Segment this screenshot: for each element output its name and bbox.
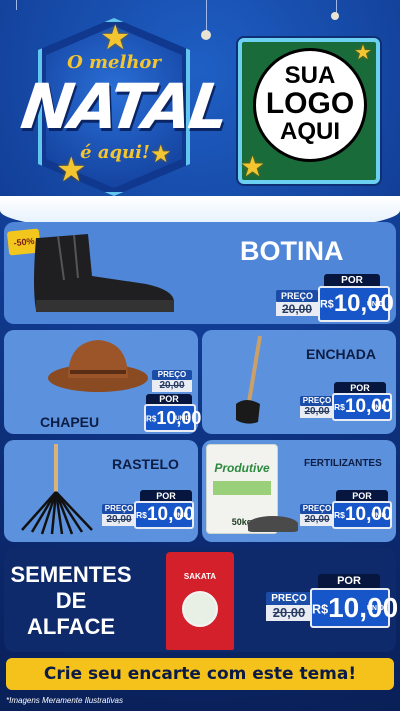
product-name: RASTELO	[112, 456, 179, 472]
pack-window	[182, 591, 218, 627]
new-price: R$10,00 UNID	[144, 404, 201, 432]
new-price: R$10,00 UNID	[134, 501, 194, 529]
bag-stripe	[213, 481, 271, 495]
old-price: 20,00	[300, 514, 334, 526]
old-price: 20,00	[152, 380, 192, 392]
product-name: BOTINA	[240, 236, 344, 266]
currency: R$	[312, 602, 329, 617]
price-value: 10,00	[333, 290, 394, 317]
preco-label: PREÇO	[266, 592, 312, 605]
price-value: 10,00	[328, 592, 399, 623]
name-line: SEMENTES	[10, 562, 132, 587]
new-price: R$10,00 UNID	[318, 286, 394, 322]
pack-brand: SAKATA	[183, 572, 217, 581]
currency: R$	[136, 510, 147, 520]
seed-pack-image: SAKATA	[166, 552, 234, 650]
star-icon: ★	[100, 19, 131, 57]
old-price: 20,00	[276, 302, 318, 316]
unit-label: UNID	[366, 301, 384, 308]
old-price: 20,00	[266, 605, 312, 621]
star-icon: ★	[354, 42, 372, 64]
preco-label: PREÇO	[276, 290, 318, 302]
logo-line: LOGO	[265, 87, 355, 120]
unit-label: UNID	[173, 513, 188, 519]
ornament-string	[206, 0, 207, 32]
new-price: R$10,00 UNID	[332, 393, 392, 421]
preco-label: PREÇO	[102, 504, 136, 514]
logo-placeholder-text: SUA LOGO AQUI	[253, 62, 367, 146]
unit-label: UNID	[371, 513, 386, 519]
unit-label: UNID	[366, 605, 384, 612]
cta-banner[interactable]: Crie seu encarte com este tema!	[6, 658, 394, 690]
unit-label: UNID	[175, 416, 190, 422]
por-label: POR	[318, 574, 380, 588]
hoe-image	[236, 335, 262, 424]
new-price: R$10,00 UNID	[332, 501, 392, 529]
unit-label: UNID	[371, 405, 386, 411]
bag-brand: Produtive	[214, 461, 270, 475]
currency: R$	[320, 298, 334, 311]
preco-label: PREÇO	[152, 370, 192, 380]
currency: R$	[146, 414, 157, 424]
headline-natal: NATAL	[16, 70, 232, 143]
new-price: R$10,00 UNID	[310, 588, 398, 628]
star-icon: ★	[56, 151, 87, 189]
hat-image	[48, 340, 148, 392]
name-line: ALFACE	[27, 614, 115, 639]
fertilizer-pile-image	[248, 516, 298, 532]
rake-image	[21, 444, 93, 535]
ornament-ball	[331, 12, 339, 20]
ornament-string	[16, 0, 17, 10]
name-line: DE	[55, 588, 87, 613]
ornament-ball	[201, 30, 211, 40]
old-price: 20,00	[300, 406, 334, 418]
old-price: 20,00	[102, 514, 136, 526]
disclaimer: *Imagens Meramente Ilustrativas	[6, 696, 123, 705]
preco-label: PREÇO	[300, 504, 334, 514]
product-name: ENCHADA	[306, 346, 376, 362]
star-icon: ★	[150, 141, 172, 168]
currency: R$	[334, 402, 345, 412]
boot-image	[34, 234, 174, 312]
logo-line: SUA	[284, 62, 336, 89]
product-name: FERTILIZANTES	[304, 458, 382, 469]
logo-line: AQUI	[280, 118, 340, 145]
preco-label: PREÇO	[300, 396, 334, 406]
currency: R$	[334, 510, 345, 520]
product-name: SEMENTES DE ALFACE	[6, 562, 136, 640]
product-name: CHAPEU	[40, 414, 100, 430]
star-icon: ★	[240, 151, 266, 182]
